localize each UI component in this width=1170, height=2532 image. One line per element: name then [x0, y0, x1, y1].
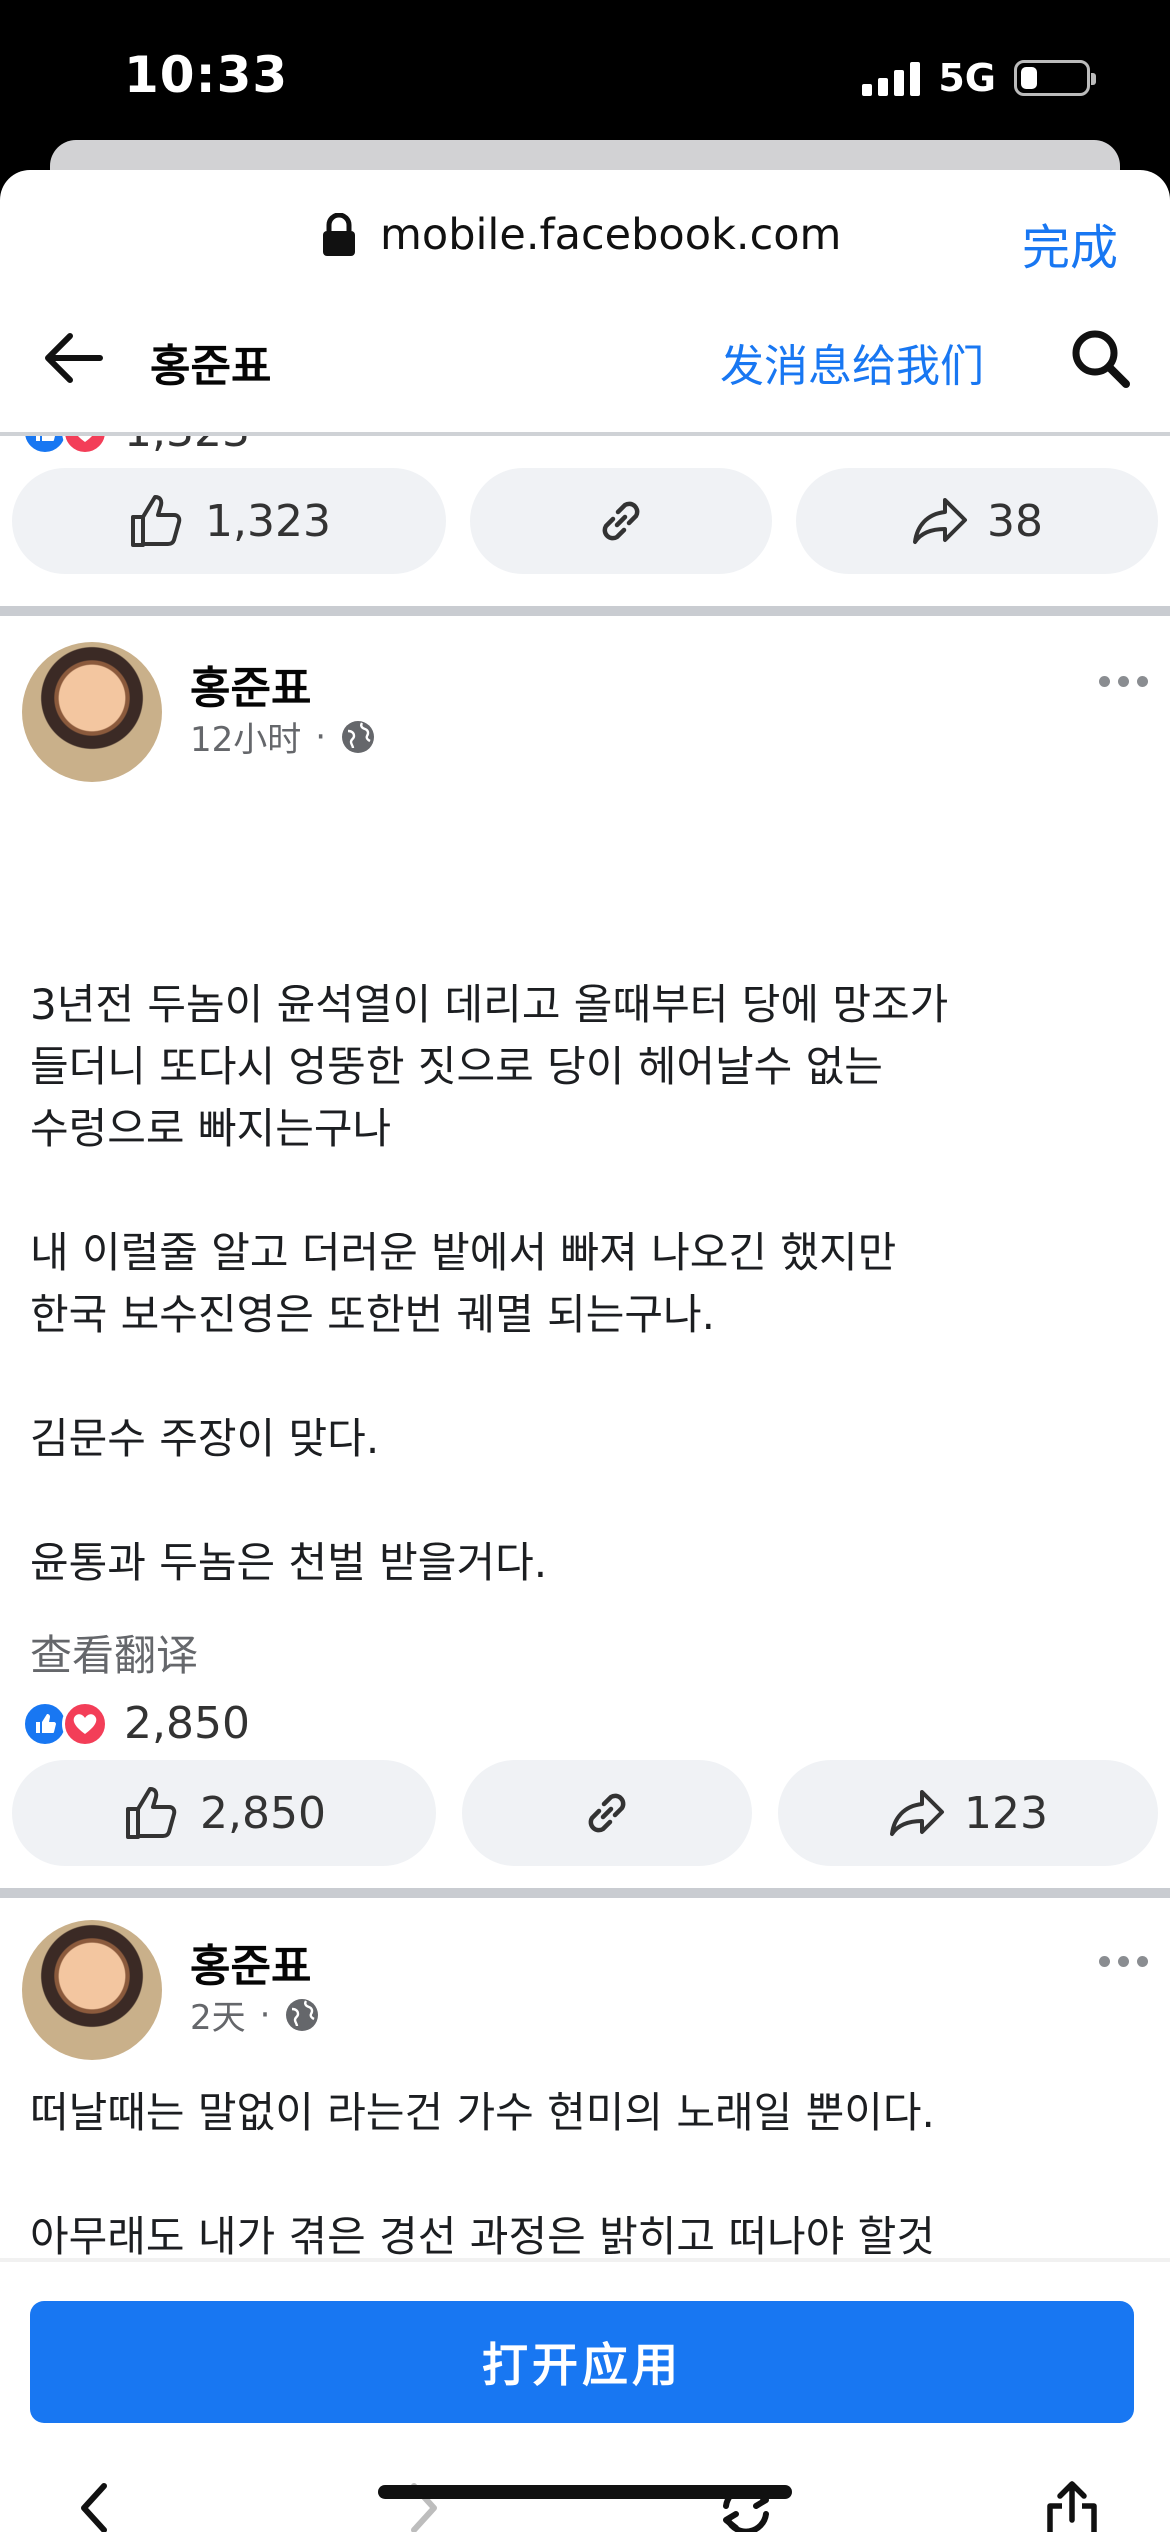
- share-count: 38: [987, 495, 1043, 547]
- post-author[interactable]: 홍준표: [190, 652, 311, 716]
- post-line: 아무래도 내가 겪은 경선 과정은 밝히고 떠나야 할것: [30, 2212, 935, 2258]
- love-reaction-icon: [62, 1700, 108, 1747]
- post-divider: [0, 1888, 1170, 1898]
- reaction-count: 1,323: [124, 436, 250, 457]
- post-line: [30, 1160, 1140, 1222]
- share-arrow-icon: [913, 498, 967, 544]
- browser-sheet: mobile.facebook.com 完成 홍준표 发消息给我们 1,323 …: [0, 170, 1170, 2532]
- like-reaction-icon: [22, 436, 68, 455]
- address-display[interactable]: mobile.facebook.com: [322, 210, 841, 260]
- lock-icon: [323, 213, 355, 256]
- like-count: 2,850: [200, 1787, 326, 1839]
- open-app-button[interactable]: 打开应用: [30, 2301, 1134, 2423]
- globe-icon: [342, 720, 375, 753]
- post-line: 내 이럴줄 알고 더러운 밭에서 빠져 나오긴 했지만: [30, 1228, 897, 1277]
- arrow-left-icon: [45, 333, 103, 383]
- status-time: 10:33: [124, 46, 289, 104]
- see-translation-link[interactable]: 查看翻译: [30, 1622, 198, 1683]
- home-indicator[interactable]: [378, 2485, 792, 2499]
- post-line: 윤통과 두놈은 천벌 받을거다.: [30, 1538, 548, 1587]
- reaction-summary[interactable]: 2,850: [22, 1698, 250, 1749]
- globe-icon: [286, 1998, 319, 2031]
- page-header: 홍준표 发消息给我们: [0, 302, 1170, 412]
- post-meta: 12小时 ·: [190, 712, 376, 761]
- reaction-count: 2,850: [124, 1698, 250, 1749]
- more-options-icon[interactable]: [1099, 676, 1148, 687]
- page-title: 홍준표: [150, 341, 272, 392]
- back-button[interactable]: [40, 328, 106, 392]
- url-text: mobile.facebook.com: [380, 210, 842, 260]
- share-page-button[interactable]: [1042, 2478, 1102, 2532]
- post-feed: 1,323 1,323 38 홍준표 12小时 ·: [0, 436, 1170, 2258]
- link-icon: [588, 1793, 626, 1833]
- post-line: 수렁으로 빠지는구나: [30, 1104, 392, 1153]
- post-body: 떠날때는 말없이 라는건 가수 현미의 노래일 뿐이다. 아무래도 내가 겪은 …: [30, 2082, 1140, 2258]
- copy-link-button[interactable]: [462, 1760, 752, 1866]
- post-author[interactable]: 홍준표: [190, 1930, 311, 1994]
- battery-icon: [1014, 60, 1096, 96]
- thumbs-up-icon: [126, 1787, 177, 1839]
- post-line: 한국 보수진영은 또한번 궤멸 되는구나.: [30, 1290, 715, 1339]
- search-button[interactable]: [1068, 326, 1134, 396]
- message-us-link[interactable]: 发消息给我们: [720, 330, 984, 394]
- like-count: 1,323: [205, 495, 331, 547]
- avatar[interactable]: [22, 642, 162, 782]
- url-bar: mobile.facebook.com 完成: [0, 170, 1170, 302]
- battery-level: [1021, 67, 1037, 89]
- feed-bottom-divider: [0, 2258, 1170, 2262]
- network-type: 5G: [938, 56, 996, 100]
- post-line: 3년전 두놈이 윤석열이 데리고 올때부터 당에 망조가: [30, 980, 949, 1029]
- copy-link-button[interactable]: [470, 468, 772, 574]
- done-button[interactable]: 完成: [1022, 208, 1118, 278]
- status-indicators: 5G: [862, 56, 1096, 100]
- post-line: [30, 2144, 1140, 2206]
- search-icon: [1072, 330, 1130, 388]
- status-bar: 10:33 5G: [0, 0, 1170, 150]
- post-line: 김문수 주장이 맞다.: [30, 1414, 380, 1463]
- thumbs-up-icon: [131, 495, 182, 547]
- share-button[interactable]: 123: [778, 1760, 1158, 1866]
- share-count: 123: [964, 1787, 1048, 1839]
- more-options-icon[interactable]: [1099, 1956, 1148, 1967]
- like-button[interactable]: 2,850: [12, 1760, 436, 1866]
- share-icon: [1047, 2481, 1097, 2532]
- post-line: 떠날때는 말없이 라는건 가수 현미의 노래일 뿐이다.: [30, 2088, 935, 2137]
- post-line: 들더니 또다시 엉뚱한 짓으로 당이 헤어날수 없는: [30, 1042, 883, 1091]
- meta-separator: ·: [259, 1994, 271, 2035]
- post-line: [30, 1470, 1140, 1532]
- love-reaction-icon: [62, 436, 108, 455]
- chevron-left-icon: [81, 2483, 107, 2532]
- post-time[interactable]: 12小时: [190, 712, 301, 761]
- prev-reaction-summary[interactable]: 1,323: [22, 436, 250, 457]
- back-nav-button[interactable]: [70, 2478, 120, 2532]
- share-arrow-icon: [890, 1790, 944, 1836]
- share-button[interactable]: 38: [796, 468, 1158, 574]
- post-line: [30, 1346, 1140, 1408]
- like-button[interactable]: 1,323: [12, 468, 446, 574]
- meta-separator: ·: [315, 716, 327, 757]
- signal-icon: [862, 60, 921, 96]
- post-body: 3년전 두놈이 윤석열이 데리고 올때부터 당에 망조가 들더니 또다시 엉뚱한…: [30, 974, 1140, 1594]
- avatar[interactable]: [22, 1920, 162, 2060]
- post-time[interactable]: 2天: [190, 1990, 246, 2039]
- post-meta: 2天 ·: [190, 1990, 320, 2039]
- link-icon: [602, 501, 640, 541]
- post-divider: [0, 606, 1170, 616]
